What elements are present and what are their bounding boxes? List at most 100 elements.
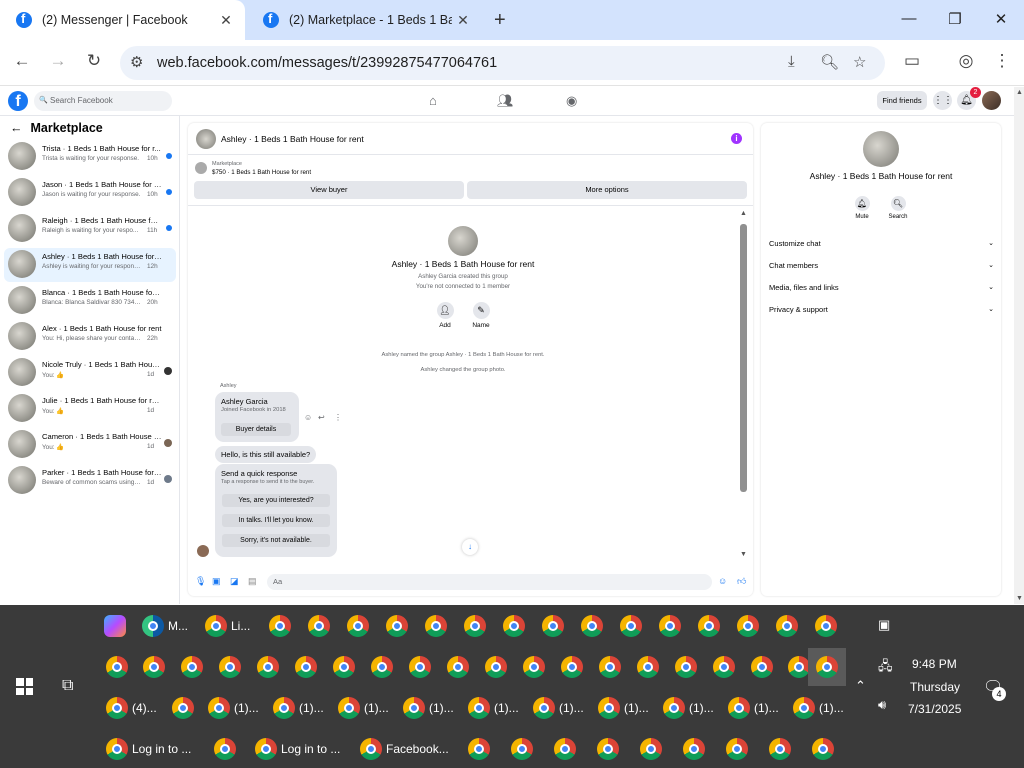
facebook-logo-icon[interactable]: f [8, 91, 28, 111]
windows-start-icon[interactable] [16, 678, 33, 695]
chrome-icon[interactable] [447, 651, 469, 683]
address-bar[interactable]: ⚙ web.facebook.com/messages/t/2399287547… [120, 46, 885, 80]
chrome-icon[interactable] [769, 733, 791, 765]
conversation-item[interactable]: Blanca · 1 Beds 1 Bath House for rent Bl… [4, 284, 176, 318]
clock-day[interactable]: Thursday [910, 680, 960, 694]
new-tab-icon[interactable]: + [494, 9, 506, 32]
menu-grid-icon[interactable]: ⋮⋮ [933, 91, 953, 110]
chrome-icon[interactable] [485, 651, 507, 683]
home-icon[interactable]: ⌂ [429, 93, 437, 108]
reload-icon[interactable]: ↻ [83, 51, 105, 71]
clock-date[interactable]: 7/31/2025 [908, 702, 961, 716]
taskbar-chrome-app[interactable]: (1)... [728, 692, 779, 724]
cast-icon[interactable]: ▭ [901, 51, 923, 71]
microphone-icon[interactable]: 🎙︎ [195, 576, 206, 587]
conversation-item[interactable]: Nicole Truly · 1 Beds 1 Bath Hous... You… [4, 356, 176, 390]
scroll-up-arrow-icon[interactable]: ▲ [740, 210, 747, 217]
chrome-icon[interactable] [620, 610, 642, 642]
taskbar-chrome-app[interactable]: (1)... [208, 692, 259, 724]
chrome-icon[interactable] [737, 610, 759, 642]
chrome-icon[interactable] [409, 651, 431, 683]
scroll-up-arrow-icon[interactable]: ▲ [1016, 89, 1023, 96]
buyer-details-button[interactable]: Buyer details [221, 423, 291, 436]
volume-icon[interactable]: 🔊︎ [878, 697, 886, 713]
chrome-icon[interactable] [523, 651, 545, 683]
more-actions-icon[interactable]: ⋮ [334, 413, 342, 422]
chrome-icon[interactable] [659, 610, 681, 642]
chrome-icon[interactable] [143, 651, 165, 683]
taskbar-edge-app[interactable]: M... [142, 610, 188, 642]
image-attach-icon[interactable]: ▣ [212, 576, 221, 587]
chrome-icon[interactable] [464, 610, 486, 642]
conversation-item-selected[interactable]: Ashley · 1 Beds 1 Bath House for rent As… [4, 248, 176, 282]
zoom-icon[interactable]: 🔍︎ [820, 53, 839, 71]
forward-icon[interactable]: → [47, 51, 69, 71]
quick-reply-button[interactable]: Yes, are you interested? [222, 494, 330, 507]
conversation-item[interactable]: Trista · 1 Beds 1 Bath House for r... Tr… [4, 140, 176, 174]
scrollbar-thumb[interactable] [740, 224, 747, 492]
quick-reply-button[interactable]: In talks. I'll let you know. [222, 514, 330, 527]
chrome-icon[interactable] [597, 733, 619, 765]
chrome-icon[interactable] [308, 610, 330, 642]
friends-icon[interactable]: 👥︎ [497, 93, 514, 109]
search-input[interactable]: Search Facebook [34, 91, 172, 111]
chrome-icon[interactable] [511, 733, 533, 765]
account-avatar[interactable] [982, 91, 1001, 110]
reply-icon[interactable]: ↩ [318, 413, 325, 422]
add-member-button[interactable]: 👤︎ Add [430, 302, 460, 329]
chrome-icon[interactable] [751, 651, 773, 683]
listing-price-title[interactable]: $750 · 1 Beds 1 Bath House for rent [212, 169, 311, 176]
chrome-icon[interactable] [788, 651, 810, 683]
conversation-item[interactable]: Cameron · 1 Beds 1 Bath House f... You: … [4, 428, 176, 462]
install-app-icon[interactable]: ⤓ [788, 53, 795, 70]
task-view-icon[interactable]: ⧉ [62, 677, 73, 695]
chrome-icon[interactable] [219, 651, 241, 683]
chrome-icon[interactable] [599, 651, 621, 683]
clock-time[interactable]: 9:48 PM [912, 657, 957, 671]
close-tab-icon[interactable]: ✕ [215, 12, 237, 29]
gif-icon[interactable]: ▤ [248, 576, 257, 587]
close-tab-icon[interactable]: ✕ [452, 12, 474, 29]
chrome-icon[interactable] [815, 610, 837, 642]
back-arrow-icon[interactable]: ← [10, 121, 23, 135]
chrome-icon[interactable] [214, 733, 236, 765]
chrome-icon[interactable] [554, 733, 576, 765]
chrome-icon[interactable] [542, 610, 564, 642]
name-group-button[interactable]: ✎ Name [466, 302, 496, 329]
sticker-icon[interactable]: ◪ [230, 576, 239, 587]
menu-dots-icon[interactable]: ⋮ [991, 51, 1013, 71]
chrome-icon[interactable] [776, 610, 798, 642]
taskbar-chrome-app[interactable]: (1)... [533, 692, 584, 724]
info-icon[interactable]: i [731, 133, 742, 144]
find-friends-button[interactable]: Find friends [877, 91, 927, 110]
chrome-icon[interactable] [386, 610, 408, 642]
react-emoji-icon[interactable]: ☺ [304, 413, 312, 422]
scroll-down-arrow-icon[interactable]: ▼ [740, 551, 747, 558]
emoji-icon[interactable]: ☺ [718, 576, 727, 586]
chrome-icon[interactable] [581, 610, 603, 642]
chrome-icon[interactable] [468, 733, 490, 765]
conversation-item[interactable]: Julie · 1 Beds 1 Bath House for rent You… [4, 392, 176, 426]
chrome-icon[interactable] [640, 733, 662, 765]
chrome-icon[interactable] [181, 651, 203, 683]
restore-icon[interactable]: ❐ [945, 10, 965, 28]
taskbar-chrome-app[interactable]: (1)... [793, 692, 844, 724]
chrome-icon-active[interactable] [808, 648, 846, 686]
view-buyer-button[interactable]: View buyer [194, 181, 464, 199]
minimize-icon[interactable]: — [899, 10, 919, 27]
message-input[interactable]: Aa [267, 574, 712, 590]
chrome-icon[interactable] [713, 651, 735, 683]
taskbar-chrome-app[interactable]: Log in to ... [255, 733, 340, 765]
chrome-icon[interactable] [812, 733, 834, 765]
section-privacy-support[interactable]: Privacy & support ⌄ [769, 305, 994, 314]
more-options-button[interactable]: More options [467, 181, 747, 199]
chrome-icon[interactable] [333, 651, 355, 683]
close-window-icon[interactable]: ✕ [991, 10, 1011, 28]
chrome-icon[interactable] [172, 692, 194, 724]
taskbar-chrome-app[interactable]: (1)... [468, 692, 519, 724]
chrome-icon[interactable] [503, 610, 525, 642]
chrome-icon[interactable] [269, 610, 291, 642]
meet-now-icon[interactable]: ▣ [878, 617, 890, 633]
back-icon[interactable]: ← [11, 51, 33, 71]
taskbar-chrome-app[interactable]: (1)... [598, 692, 649, 724]
